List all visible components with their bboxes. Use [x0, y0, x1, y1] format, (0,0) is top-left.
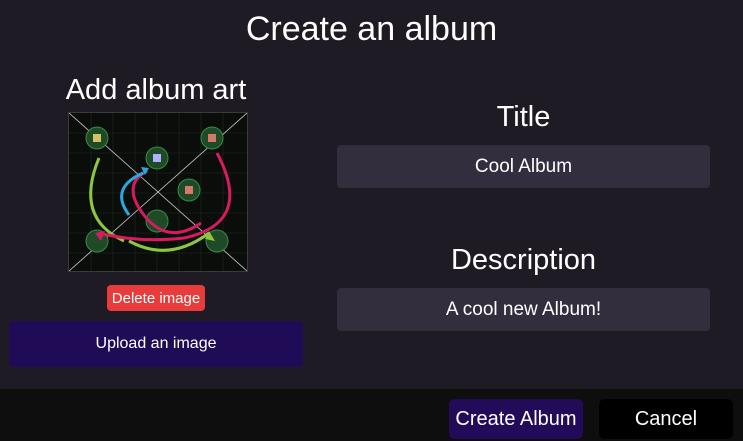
- dialog-title: Create an album: [245, 10, 498, 48]
- cancel-button[interactable]: Cancel: [599, 399, 733, 439]
- delete-image-button[interactable]: Delete image: [107, 285, 205, 311]
- title-label: Title: [496, 101, 551, 133]
- description-label: Description: [450, 244, 597, 276]
- dialog-footer: Create Album Cancel: [0, 389, 743, 441]
- create-album-button[interactable]: Create Album: [449, 399, 583, 439]
- album-art-image: [69, 113, 247, 271]
- title-input[interactable]: [337, 145, 710, 188]
- create-album-dialog: Create an album Add album art Delete ima…: [0, 0, 743, 441]
- album-art-heading: Add album art: [65, 74, 247, 106]
- description-input[interactable]: [337, 288, 710, 331]
- album-art-preview: [68, 112, 248, 272]
- upload-image-button[interactable]: Upload an image: [9, 321, 303, 367]
